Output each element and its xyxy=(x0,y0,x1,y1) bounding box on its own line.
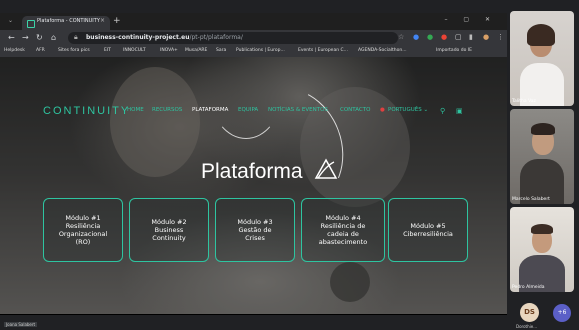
module-card-label: Módulo #5 Ciberresiliência xyxy=(403,222,453,238)
bookmark-item[interactable]: Publications | Europ... xyxy=(236,48,285,53)
bookmark-item[interactable]: Events | European C... xyxy=(298,48,348,53)
url-text: business-continuity-project.eu/pt-pt/pla… xyxy=(86,34,243,41)
search-icon[interactable]: ⚲ xyxy=(440,107,445,115)
bookmark-item[interactable]: Sites fora pics xyxy=(58,48,90,53)
participant-avatar[interactable]: DS xyxy=(520,303,539,322)
flag-portugal-icon: ● xyxy=(380,107,385,113)
menu-item-noticias-eventos[interactable]: NOTÍCIAS & EVENTOS xyxy=(268,107,328,113)
bookmark-item[interactable]: INOVA+ xyxy=(160,48,178,53)
sidebar-icon[interactable]: ▮ xyxy=(469,33,473,41)
module-card-label: Módulo #3 Gestão de Crises xyxy=(237,218,273,242)
participant-name: Talitha Vaz xyxy=(512,99,536,104)
window-controls[interactable]: – ▢ ✕ xyxy=(444,16,497,23)
profile-avatar-icon[interactable]: ● xyxy=(483,33,489,41)
webpage-viewport: CONTINUITY HOME RECURSOS PLATAFORMA EQUI… xyxy=(0,57,507,314)
reload-icon[interactable]: ↻ xyxy=(36,33,43,42)
bookmark-item[interactable]: Sara xyxy=(216,48,226,53)
module-card-3[interactable]: Módulo #3 Gestão de Crises xyxy=(215,198,295,262)
module-card-5[interactable]: Módulo #5 Ciberresiliência xyxy=(388,198,468,262)
module-card-4[interactable]: Módulo #4 Resiliência de cadeia de abast… xyxy=(301,198,385,262)
bookmark-item[interactable]: Importado do IE xyxy=(436,48,472,53)
page-title: Plataforma xyxy=(201,160,303,183)
bookmark-star-icon[interactable]: ☆ xyxy=(398,33,404,41)
menu-item-plataforma[interactable]: PLATAFORMA xyxy=(192,107,228,113)
browser-menu-icon[interactable]: ⋮ xyxy=(497,33,504,41)
meeting-bottom-bar xyxy=(0,315,507,330)
module-card-label: Módulo #4 Resiliência de cadeia de abast… xyxy=(318,214,368,246)
bookmark-item[interactable]: Helpdesk xyxy=(4,48,25,53)
browser-tab-strip: ⌄ Plataforma - CONTINUITY × + – ▢ ✕ xyxy=(0,13,507,30)
site-logo[interactable]: CONTINUITY xyxy=(43,105,130,117)
menu-item-equipa[interactable]: EQUIPA xyxy=(238,107,258,113)
participant-video-tile[interactable]: Pedro Almeida xyxy=(510,207,574,292)
delta-logo-icon xyxy=(314,158,338,179)
menu-item-contacto[interactable]: CONTACTO xyxy=(340,107,370,113)
bookmark-item[interactable]: INNOCULT xyxy=(123,48,146,53)
tab-search-icon[interactable]: ⌄ xyxy=(8,17,13,24)
participant-name: Pedro Almeida xyxy=(512,285,545,290)
presenter-label: Joana Salabert xyxy=(4,322,38,327)
home-icon[interactable]: ⌂ xyxy=(51,33,56,42)
menu-item-home[interactable]: HOME xyxy=(127,107,144,113)
participant-video-tile[interactable]: Marcelo Salabert xyxy=(510,109,574,204)
module-card-2[interactable]: Módulo #2 Business Continuity xyxy=(129,198,209,262)
lock-icon: 🔒︎ xyxy=(74,33,78,41)
extension-icon[interactable]: ● xyxy=(427,33,433,41)
site-favicon-icon xyxy=(27,20,35,28)
forward-icon[interactable]: → xyxy=(22,33,29,42)
module-card-label: Módulo #2 Business Continuity xyxy=(151,218,187,242)
shared-screen: ⌄ Plataforma - CONTINUITY × + – ▢ ✕ ← → … xyxy=(0,13,507,315)
participant-hair xyxy=(531,224,553,234)
back-icon[interactable]: ← xyxy=(8,33,15,42)
extensions-puzzle-icon[interactable]: ▢ xyxy=(455,33,462,41)
bookmark-item[interactable]: EIT xyxy=(104,48,111,53)
participant-avatar-label: Dorothie... xyxy=(516,324,538,329)
extension-icon[interactable]: ● xyxy=(413,33,419,41)
address-bar[interactable]: 🔒︎ business-continuity-project.eu/pt-pt/… xyxy=(68,32,398,44)
participant-hair xyxy=(531,123,555,135)
more-participants-button[interactable]: +6 xyxy=(553,304,571,322)
participant-name: Marcelo Salabert xyxy=(512,197,550,202)
browser-tab-active[interactable]: Plataforma - CONTINUITY × xyxy=(22,16,110,30)
tab-title: Plataforma - CONTINUITY xyxy=(37,18,100,24)
linkedin-icon[interactable]: ▣ xyxy=(456,107,463,115)
participant-video-tile[interactable]: Talitha Vaz xyxy=(510,11,574,106)
bookmark-item[interactable]: AFR xyxy=(36,48,45,53)
url-path: /pt-pt/plataforma/ xyxy=(189,34,243,41)
menu-item-recursos[interactable]: RECURSOS xyxy=(152,107,182,113)
language-selector[interactable]: PORTUGUÊS ⌄ xyxy=(388,107,428,113)
module-card-label: Módulo #1 Resiliência Organizacional (RO… xyxy=(58,214,108,246)
url-host: business-continuity-project.eu xyxy=(86,34,190,41)
module-card-1[interactable]: Módulo #1 Resiliência Organizacional (RO… xyxy=(43,198,123,262)
extension-icon[interactable]: ● xyxy=(441,33,447,41)
bookmark-item[interactable]: AGENDA-Socialthon... xyxy=(358,48,407,53)
browser-toolbar: ← → ↻ ⌂ 🔒︎ business-continuity-project.e… xyxy=(0,30,507,46)
participant-hair xyxy=(527,24,555,46)
new-tab-button[interactable]: + xyxy=(113,16,121,26)
bookmark-item[interactable]: Musa/ARE xyxy=(185,48,207,53)
tab-close-icon[interactable]: × xyxy=(100,17,105,24)
